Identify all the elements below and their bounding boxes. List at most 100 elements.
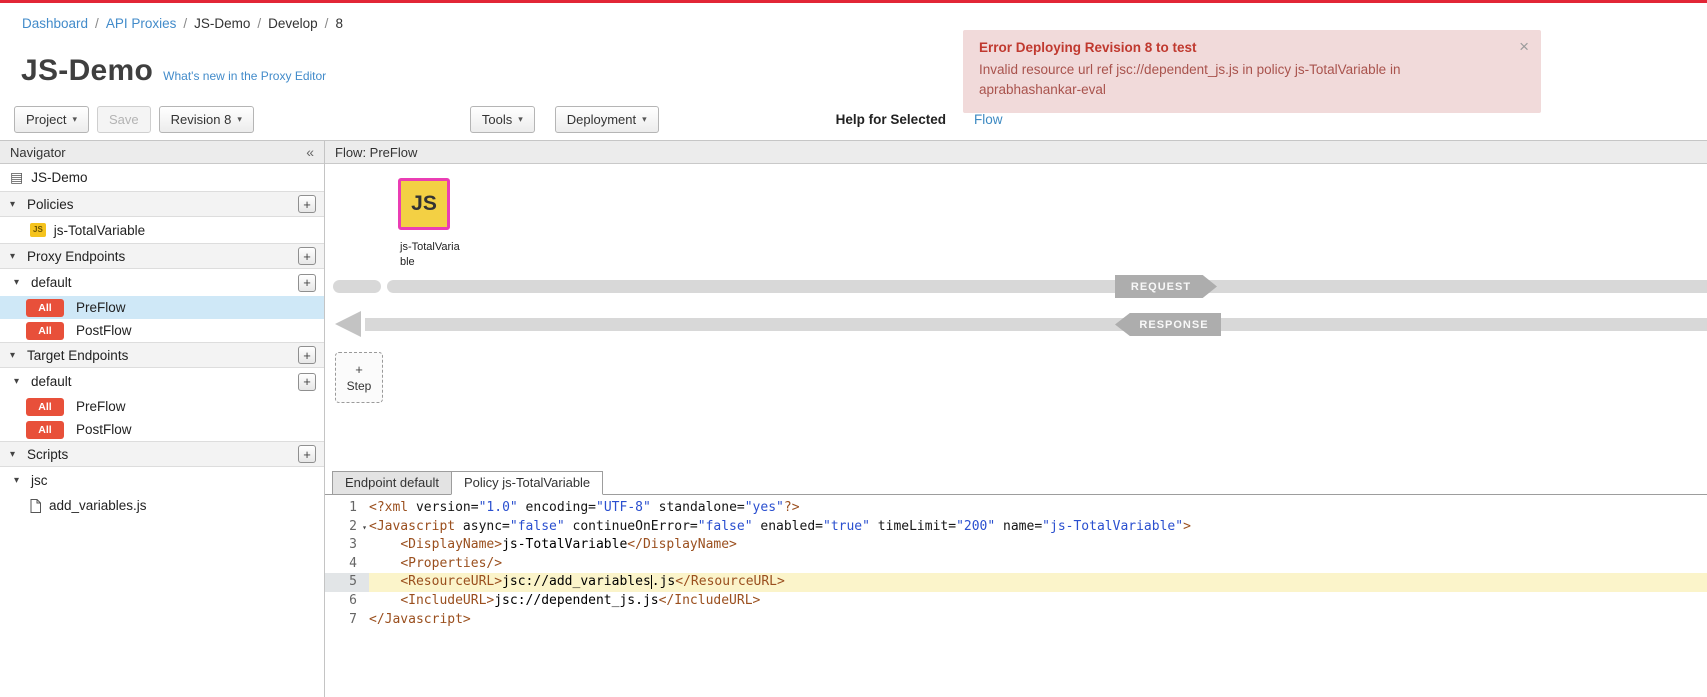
add-button[interactable]: +: [298, 195, 316, 213]
line-number: 6: [325, 592, 369, 611]
tree-expand-icon[interactable]: ▾: [14, 277, 24, 288]
main-split: Navigator « ▤JS-Demo ▾ Policies + JSjs-Total…: [0, 140, 1707, 697]
code-line[interactable]: 6 <IncludeURL>jsc://dependent_js.js</Inc…: [325, 592, 1707, 611]
collapse-panel-icon[interactable]: «: [306, 144, 314, 160]
nav-label: PreFlow: [76, 399, 126, 414]
request-flow-segment: [333, 280, 381, 293]
code-text: <Javascript async="false" continueOnErro…: [369, 518, 1707, 537]
nav-label: jsc: [31, 473, 48, 488]
code-line[interactable]: 3 <DisplayName>js-TotalVariable</Display…: [325, 536, 1707, 555]
revision-menu-label: Revision 8: [171, 112, 232, 127]
code-line[interactable]: 7</Javascript>: [325, 611, 1707, 630]
code-editor-panel: Endpoint default Policy js-TotalVariable…: [325, 471, 1707, 697]
nav-subsection-default[interactable]: ▾ default +: [0, 269, 324, 296]
help-flow-link[interactable]: Flow: [974, 112, 1003, 127]
add-button[interactable]: +: [298, 274, 316, 292]
response-label: RESPONSE: [1139, 319, 1208, 331]
add-button[interactable]: +: [298, 247, 316, 265]
tree-expand-icon[interactable]: ▾: [10, 251, 20, 262]
flow-condition-badge: All: [26, 322, 64, 340]
breadcrumb-develop: Develop: [268, 16, 318, 31]
breadcrumb-dashboard[interactable]: Dashboard: [22, 16, 88, 31]
breadcrumb-api-proxies[interactable]: API Proxies: [106, 16, 177, 31]
nav-policy-js-totalvariable[interactable]: JSjs-TotalVariable: [0, 217, 324, 243]
error-notification: Error Deploying Revision 8 to test Inval…: [963, 30, 1541, 113]
line-number: 7: [325, 611, 369, 630]
tree-expand-icon[interactable]: ▾: [10, 350, 20, 361]
js-policy-icon: JS: [30, 223, 46, 237]
file-icon: [30, 499, 41, 513]
policy-node-label: JS: [411, 192, 437, 216]
nav-section-scripts[interactable]: ▾Scripts+: [0, 441, 324, 467]
line-number: 5: [325, 573, 369, 592]
deployment-menu-button[interactable]: Deployment ▾: [555, 106, 659, 133]
code-line[interactable]: 1<?xml version="1.0" encoding="UTF-8" st…: [325, 499, 1707, 518]
navigator-panel: Navigator « ▤JS-Demo ▾ Policies + JSjs-Total…: [0, 141, 325, 697]
code-area[interactable]: 1<?xml version="1.0" encoding="UTF-8" st…: [325, 495, 1707, 697]
nav-label: Proxy Endpoints: [27, 249, 125, 264]
add-button[interactable]: +: [298, 445, 316, 463]
code-text: <Properties/>: [369, 555, 1707, 574]
response-arrow-banner: RESPONSE: [1115, 313, 1221, 336]
tools-menu-button[interactable]: Tools ▾: [470, 106, 535, 133]
line-number: 3: [325, 536, 369, 555]
error-message: Invalid resource url ref jsc://dependent…: [979, 60, 1501, 101]
nav-section-policies[interactable]: ▾ Policies +: [0, 191, 324, 217]
navigator-header: Navigator «: [0, 141, 324, 164]
page-title: JS-Demo: [21, 54, 153, 88]
flow-condition-badge: All: [26, 421, 64, 439]
error-title: Error Deploying Revision 8 to test: [979, 40, 1501, 55]
response-arrowhead-icon: [335, 311, 361, 337]
code-text: <IncludeURL>jsc://dependent_js.js</Inclu…: [369, 592, 1707, 611]
add-button[interactable]: +: [298, 373, 316, 391]
flow-editor-panel: Flow: PreFlow JS js-TotalVariable REQUES…: [325, 141, 1707, 697]
breadcrumb-proxy-name: JS-Demo: [194, 16, 250, 31]
tree-expand-icon[interactable]: ▾: [14, 475, 24, 486]
nav-label: Policies: [27, 197, 74, 212]
revision-menu-button[interactable]: Revision 8 ▾: [159, 106, 254, 133]
nav-label: PreFlow: [76, 300, 126, 315]
breadcrumb-separator: /: [257, 16, 261, 31]
nav-root-js-demo[interactable]: ▤JS-Demo: [0, 164, 324, 191]
help-for-selected-label: Help for Selected: [836, 112, 946, 127]
project-menu-button[interactable]: Project ▾: [14, 106, 89, 133]
nav-flow-preflow[interactable]: All PreFlow: [0, 395, 324, 418]
code-line[interactable]: 4 <Properties/>: [325, 555, 1707, 574]
save-button-label: Save: [109, 112, 139, 127]
tree-expand-icon[interactable]: ▾: [10, 199, 20, 210]
add-step-button[interactable]: + Step: [335, 352, 383, 403]
nav-flow-preflow[interactable]: AllPreFlow: [0, 296, 324, 319]
tree-expand-icon[interactable]: ▾: [10, 449, 20, 460]
tab-endpoint-default[interactable]: Endpoint default: [332, 471, 452, 495]
code-line[interactable]: 2▾<Javascript async="false" continueOnEr…: [325, 518, 1707, 537]
nav-file-add-variables-js[interactable]: add_variables.js: [0, 493, 324, 518]
line-number: 2▾: [325, 518, 369, 537]
nav-section-target-endpoints[interactable]: ▾Target Endpoints+: [0, 342, 324, 368]
nav-label: add_variables.js: [49, 498, 147, 513]
editor-tabs: Endpoint default Policy js-TotalVariable: [325, 471, 1707, 495]
add-button[interactable]: +: [298, 346, 316, 364]
navigator-tree: ▤JS-Demo ▾ Policies + JSjs-TotalVariable ▾ Pro…: [0, 164, 324, 518]
code-text: </Javascript>: [369, 611, 1707, 630]
tools-menu-label: Tools: [482, 112, 512, 127]
nav-label: PostFlow: [76, 422, 132, 437]
fold-icon[interactable]: ▾: [362, 519, 367, 538]
nav-section-proxy-endpoints[interactable]: ▾ Proxy Endpoints +: [0, 243, 324, 269]
nav-subsection-default[interactable]: ▾default+: [0, 368, 324, 395]
tree-expand-icon[interactable]: ▾: [14, 376, 24, 387]
nav-flow-postflow[interactable]: All PostFlow: [0, 418, 324, 441]
nav-label: default: [31, 275, 72, 290]
close-icon[interactable]: ×: [1519, 37, 1529, 57]
code-line[interactable]: 5 <ResourceURL>jsc://add_variables.js</R…: [325, 573, 1707, 592]
flow-condition-badge: All: [26, 398, 64, 416]
response-flow-bar: [365, 318, 1707, 331]
nav-flow-postflow[interactable]: AllPostFlow: [0, 319, 324, 342]
tab-policy-js-totalvariable[interactable]: Policy js-TotalVariable: [451, 471, 603, 495]
nav-folder-jsc[interactable]: ▾ jsc: [0, 467, 324, 493]
deployment-menu-label: Deployment: [567, 112, 636, 127]
whats-new-link[interactable]: What's new in the Proxy Editor: [163, 69, 326, 83]
flow-header-label: Flow: PreFlow: [335, 145, 417, 160]
policy-node-js-totalvariable[interactable]: JS: [398, 178, 450, 230]
breadcrumb-separator: /: [325, 16, 329, 31]
save-button[interactable]: Save: [97, 106, 151, 133]
